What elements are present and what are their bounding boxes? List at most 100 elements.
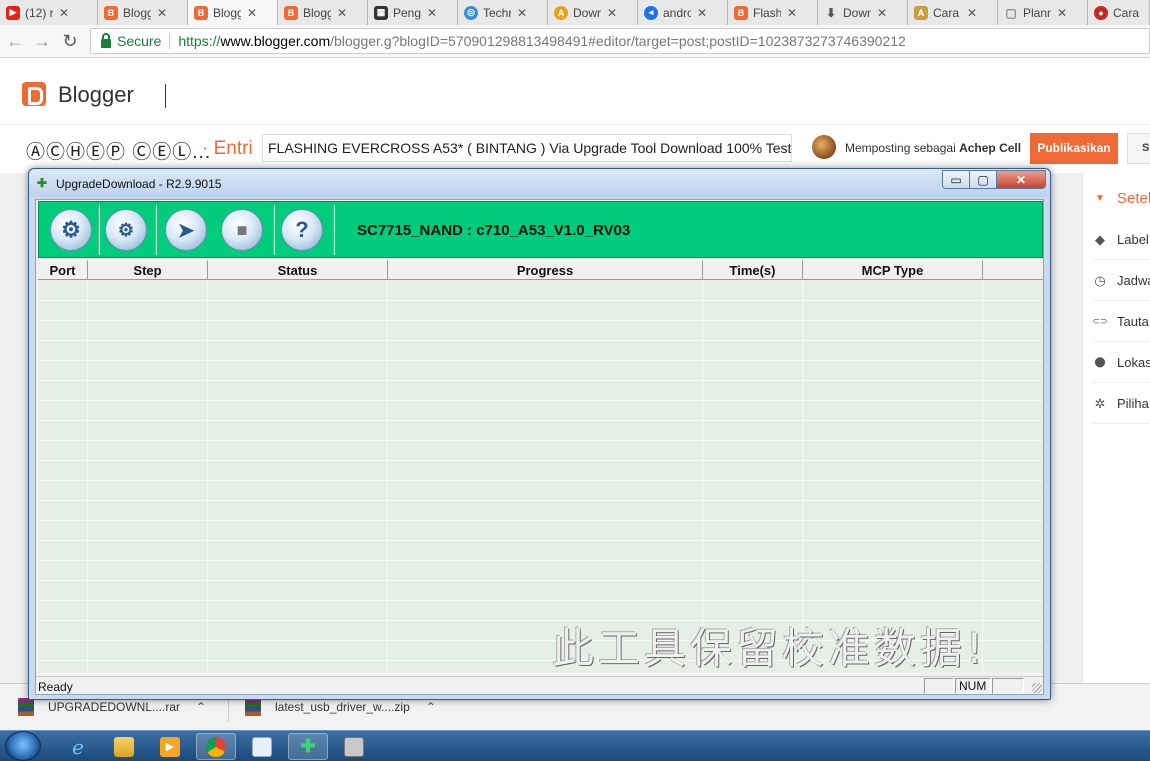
close-icon[interactable]: ✕ bbox=[997, 171, 1045, 188]
settings-gear-icon[interactable]: ⚙ bbox=[50, 209, 92, 251]
settings-item-text: Lokas bbox=[1117, 355, 1150, 370]
file-explorer-icon[interactable] bbox=[104, 733, 144, 760]
browser-tab[interactable]: A Cara ✕ bbox=[908, 0, 998, 25]
browser-tab-active[interactable]: B Blogg ✕ bbox=[188, 0, 278, 25]
browser-toolbar: ← → ↻ Secure https://www.blogger.com/blo… bbox=[0, 25, 1150, 58]
browser-tab[interactable]: ▢ Plann ✕ bbox=[998, 0, 1088, 25]
browser-tab-strip: ▶ (12) r ✕ B Blogg ✕ B Blogg ✕ B Blogg ✕ ▦ Peng ✕ … bbox=[0, 0, 1150, 25]
stop-icon[interactable]: ■ bbox=[221, 209, 263, 251]
browser-tab[interactable]: ◎ Techr ✕ bbox=[458, 0, 548, 25]
column-mcp-type[interactable]: MCP Type bbox=[803, 260, 983, 280]
notepad-icon[interactable] bbox=[242, 733, 282, 760]
chrome-icon[interactable] bbox=[196, 733, 236, 760]
browser-tab[interactable]: B Blogg ✕ bbox=[278, 0, 368, 25]
browser-tab[interactable]: ▦ Peng ✕ bbox=[368, 0, 458, 25]
column-port[interactable]: Port bbox=[38, 260, 88, 280]
tab-close-icon[interactable]: ✕ bbox=[877, 6, 887, 20]
tab-close-icon[interactable]: ✕ bbox=[787, 6, 797, 20]
site-icon: ▦ bbox=[374, 5, 388, 20]
settings-item-text: Tauta bbox=[1117, 314, 1149, 329]
settings-header[interactable]: ▼ Setela bbox=[1093, 178, 1150, 218]
tab-close-icon[interactable]: ✕ bbox=[59, 6, 69, 20]
browser-tab[interactable]: ● Cara bbox=[1088, 0, 1150, 25]
column-status[interactable]: Status bbox=[208, 260, 388, 280]
tab-close-icon[interactable]: ✕ bbox=[1057, 6, 1067, 20]
youtube-icon: ▶ bbox=[6, 5, 20, 20]
url-protocol: https:// bbox=[178, 33, 221, 49]
tab-label: Cara bbox=[1113, 5, 1140, 20]
chevron-up-icon[interactable]: ⌃ bbox=[426, 700, 436, 714]
app-icon: ✚ bbox=[37, 176, 48, 190]
tab-label: Blogg bbox=[303, 5, 331, 20]
tab-close-icon[interactable]: ✕ bbox=[247, 6, 257, 20]
settings-item-schedule[interactable]: ◷ Jadwa bbox=[1093, 261, 1150, 301]
column-extra[interactable] bbox=[983, 260, 1043, 280]
tool-bar: ⚙ ⚙ ➤ ■ ? SC7715_NAND : c710_A53_V1.0_RV… bbox=[38, 201, 1043, 258]
status-ready: Ready bbox=[38, 680, 73, 694]
blogger-brand[interactable]: Blogger bbox=[58, 82, 134, 108]
avatar bbox=[812, 135, 836, 159]
post-title-input[interactable]: FLASHING EVERCROSS A53* ( BINTANG ) Via … bbox=[262, 134, 792, 162]
resize-grip[interactable] bbox=[1032, 683, 1042, 693]
toolbar-separator bbox=[333, 205, 335, 255]
help-question-icon[interactable]: ? bbox=[281, 209, 323, 251]
blog-title[interactable]: ⒶⒸⒽⒺⓅ ⒸⒺⓁ... bbox=[26, 137, 211, 164]
column-progress[interactable]: Progress bbox=[388, 260, 703, 280]
address-bar[interactable]: Secure https://www.blogger.com/blogger.g… bbox=[90, 28, 1150, 54]
tab-label: Cara bbox=[933, 5, 960, 20]
column-time[interactable]: Time(s) bbox=[703, 260, 803, 280]
window-titlebar[interactable]: ✚ UpgradeDownload - R2.9.9015 ▭ ▢ ✕ bbox=[29, 169, 1050, 197]
maximize-icon[interactable]: ▢ bbox=[970, 171, 997, 188]
tab-close-icon[interactable]: ✕ bbox=[427, 6, 437, 20]
settings-item-text: Piliha bbox=[1117, 396, 1149, 411]
minimize-icon[interactable]: ▭ bbox=[943, 171, 970, 188]
browser-tab[interactable]: ◂ andro ✕ bbox=[638, 0, 728, 25]
winrar-icon bbox=[18, 698, 34, 716]
reload-icon[interactable]: ↻ bbox=[59, 29, 81, 53]
publish-button[interactable]: Publikasikan bbox=[1030, 133, 1118, 164]
browser-tab[interactable]: ▶ (12) r ✕ bbox=[0, 0, 98, 25]
tab-close-icon[interactable]: ✕ bbox=[157, 6, 167, 20]
media-player-icon[interactable]: ▶ bbox=[150, 733, 190, 760]
settings-header-label: Setela bbox=[1117, 189, 1150, 207]
status-bar: Ready NUM bbox=[36, 676, 1043, 694]
tab-label: andro bbox=[663, 5, 691, 20]
browser-tab[interactable]: B Blogg ✕ bbox=[98, 0, 188, 25]
tab-close-icon[interactable]: ✕ bbox=[607, 6, 617, 20]
settings-item-permalink[interactable]: ⊂⊃ Tauta bbox=[1093, 302, 1150, 342]
blogger-logo-icon[interactable] bbox=[22, 82, 46, 106]
tab-close-icon[interactable]: ✕ bbox=[337, 6, 347, 20]
clock-icon: ◷ bbox=[1094, 272, 1106, 288]
browser-tab[interactable]: B Flash ✕ bbox=[728, 0, 818, 25]
status-pane-num: NUM bbox=[955, 678, 991, 694]
load-packet-gears-icon[interactable]: ⚙ bbox=[105, 209, 147, 251]
back-arrow-icon[interactable]: ← bbox=[4, 29, 26, 53]
settings-item-location[interactable]: ⬤ Lokas bbox=[1093, 343, 1150, 383]
tab-close-icon[interactable]: ✕ bbox=[697, 6, 707, 20]
gear-icon: ✲ bbox=[1094, 395, 1106, 411]
entri-link[interactable]: · Entri bbox=[202, 138, 253, 160]
settings-item-options[interactable]: ✲ Piliha bbox=[1093, 384, 1150, 424]
tab-label: Flash bbox=[753, 5, 781, 20]
download-icon: ⬇ bbox=[825, 5, 837, 20]
save-button[interactable]: S bbox=[1127, 133, 1150, 164]
tab-close-icon[interactable]: ✕ bbox=[517, 6, 527, 20]
settings-item-text: Jadwa bbox=[1117, 273, 1150, 288]
url-host: www.blogger.com bbox=[220, 33, 331, 49]
lock-icon bbox=[101, 32, 111, 48]
forward-arrow-icon[interactable]: → bbox=[31, 29, 53, 53]
package-icon[interactable] bbox=[334, 733, 374, 760]
tab-close-icon[interactable]: ✕ bbox=[967, 6, 977, 20]
internet-explorer-icon[interactable]: e bbox=[58, 733, 98, 760]
upgrade-download-taskbar-icon[interactable]: ✚ bbox=[288, 733, 328, 760]
posting-as-label: Memposting sebagai bbox=[845, 141, 956, 155]
blogger-header: Blogger bbox=[0, 58, 1150, 125]
settings-item-label[interactable]: ◆ Label bbox=[1093, 220, 1150, 260]
chevron-up-icon[interactable]: ⌃ bbox=[196, 700, 206, 714]
browser-tab[interactable]: A Dowr ✕ bbox=[548, 0, 638, 25]
start-download-play-icon[interactable]: ➤ bbox=[165, 209, 207, 251]
column-step[interactable]: Step bbox=[88, 260, 208, 280]
start-button-icon[interactable] bbox=[5, 731, 41, 761]
browser-tab[interactable]: ⬇ Down ✕ bbox=[818, 0, 908, 25]
port-table-body[interactable]: 此工具保留校准数据! bbox=[38, 281, 1043, 673]
